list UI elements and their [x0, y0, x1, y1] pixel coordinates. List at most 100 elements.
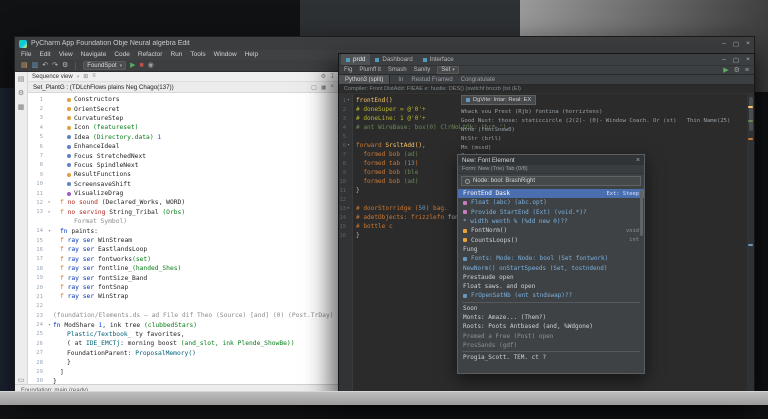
light-editor[interactable]: 1Constructors2OrientSecret3CurvatureStep…	[28, 93, 339, 384]
save-icon[interactable]: ▥	[32, 62, 39, 69]
project-tool-icon[interactable]: ▤	[18, 76, 25, 83]
completion-item[interactable]: FontNorm()void	[458, 226, 644, 235]
editor-line[interactable]: 21f ray ser WinStrap	[28, 292, 339, 301]
editor-line[interactable]: 2OrientSecret	[28, 104, 339, 113]
close-icon[interactable]: ×	[636, 157, 640, 164]
fold-icon[interactable]: ▸	[346, 206, 351, 211]
terminal-tool-icon[interactable]: ▭	[18, 377, 25, 384]
view-label[interactable]: Sequence view	[32, 74, 73, 80]
completion-item[interactable]: Progia_Scott. TEM. ct ?	[458, 353, 644, 362]
fold-icon[interactable]: ▸	[46, 200, 53, 205]
fold-icon[interactable]: ▾	[346, 98, 351, 103]
editor-line[interactable]: 28}	[28, 358, 339, 367]
editor-line[interactable]: 29]	[28, 367, 339, 376]
tab-interface[interactable]: Interface	[418, 54, 459, 65]
breadcrumb-item[interactable]: Congratulate	[461, 77, 495, 83]
run-icon[interactable]: ▶	[130, 62, 135, 69]
maximize-icon[interactable]: ▢	[730, 54, 742, 65]
editor-line[interactable]: 13▸f no serving String_Tribal (Orbs)	[28, 208, 339, 217]
dark-toolbar-item[interactable]: Plumff it	[359, 67, 381, 73]
menu-window[interactable]: Window	[214, 52, 237, 59]
stop-icon[interactable]: ■	[140, 62, 144, 69]
completion-item[interactable]: Provide StartEnd (Ext) (void.*)?	[458, 208, 644, 217]
minimize-icon[interactable]: –	[718, 54, 730, 65]
editor-line[interactable]: 15f ray ser WinStream	[28, 236, 339, 245]
dark-editor-code[interactable]: frontEnd()# doneSuper = @'0'+# doneLine:…	[353, 94, 754, 396]
fold-icon[interactable]: ▸	[46, 210, 53, 215]
editor-line[interactable]: 5Idea (Directory.data) 1	[28, 133, 339, 142]
breadcrumb-item[interactable]: In	[398, 77, 403, 83]
editor-line[interactable]: 17f ray ser fontworks(set)	[28, 255, 339, 264]
editor-line[interactable]: frontEnd()	[356, 96, 746, 105]
completion-item[interactable]: Prestaude open	[458, 273, 644, 282]
editor-line[interactable]: 4Icon (featureset)	[28, 123, 339, 132]
fold-icon[interactable]: ▾	[346, 143, 351, 148]
popup-search-field[interactable]: Node: bool: BrashRight	[461, 176, 641, 186]
popup-title-bar[interactable]: New: Font Element ×	[458, 155, 644, 165]
editor-line[interactable]: 23(foundation/Elements.ds — ad File dif …	[28, 311, 339, 320]
editor-line[interactable]: 26( at IDE_EMCTj: morning boost (and_slo…	[28, 339, 339, 348]
run-config-select[interactable]: FoundSpot ▾	[83, 61, 126, 70]
editor-line[interactable]: 25Plastic/Textbook_ ty favorites,	[28, 330, 339, 339]
menu-icon[interactable]: ≡	[745, 67, 749, 74]
minimize-icon[interactable]: –	[718, 37, 730, 50]
run-icon[interactable]: ▶	[723, 67, 728, 74]
completion-item[interactable]: NewNorm() onStartSpeeds (Set, tostndend)	[458, 263, 644, 272]
menu-view[interactable]: View	[59, 52, 73, 59]
maximize-icon[interactable]: ▢	[730, 37, 742, 50]
popup-scrollbar[interactable]	[640, 190, 643, 236]
tab-dashboard[interactable]: Dashboard	[370, 54, 417, 65]
view-option-icon[interactable]: ≡	[92, 73, 96, 80]
settings-icon[interactable]: ⚙	[734, 67, 740, 74]
editor-line[interactable]: 8Focus SpindleNext	[28, 161, 339, 170]
editor-line[interactable]: 19f ray ser fontSize_Band	[28, 273, 339, 282]
menu-help[interactable]: Help	[245, 52, 258, 59]
close-icon[interactable]: ×	[742, 54, 754, 65]
close-icon[interactable]: ×	[330, 84, 334, 91]
search-icon[interactable]: ◉	[148, 62, 154, 69]
menu-edit[interactable]: Edit	[39, 52, 50, 59]
view-option-icon[interactable]: ↧	[330, 73, 335, 80]
editor-line[interactable]: 12▸f no sound (Declared_Works, WORD)	[28, 198, 339, 207]
completion-item[interactable]: ProsSands (gdf)	[458, 341, 644, 350]
editor-line[interactable]: 18f ray ser fontline_(handed_Shes)	[28, 264, 339, 273]
editor-line[interactable]: 11VisualizeDrag	[28, 189, 339, 198]
completion-item[interactable]: FrOpenSatNb (ent stndswap)??	[458, 291, 644, 300]
completion-item[interactable]: FrontEnd DaskExt: Steep	[458, 189, 644, 198]
close-icon[interactable]: ×	[742, 37, 754, 50]
editor-line[interactable]: Format Symbol)	[28, 217, 339, 226]
completion-item[interactable]: Float (abc) (abc.opt)	[458, 198, 644, 207]
editor-line[interactable]: 20f ray ser fontSnap	[28, 283, 339, 292]
tab-prdd[interactable]: prdd	[341, 54, 370, 65]
breadcrumb-item[interactable]: Restud Framed	[411, 77, 452, 83]
dark-toolbar-item[interactable]: Sanity	[414, 67, 431, 73]
dark-file-tab[interactable]: Python3 (split)	[339, 75, 390, 84]
favorites-tool-icon[interactable]: ▦	[18, 104, 25, 111]
menu-refactor[interactable]: Refactor	[138, 52, 163, 59]
editor-line[interactable]: 16f ray ser EastlandsLoop	[28, 245, 339, 254]
undo-icon[interactable]: ↶	[42, 62, 48, 69]
view-option-icon[interactable]: ⚙	[321, 73, 326, 80]
split-icon[interactable]: ▢	[311, 84, 317, 91]
editor-line[interactable]: 6EnhanceIdeal	[28, 142, 339, 151]
dark-toolbar-item[interactable]: Smash	[388, 67, 407, 73]
grid-icon[interactable]: ▣	[321, 84, 327, 91]
completion-item[interactable]: Soon	[458, 304, 644, 313]
menu-file[interactable]: File	[21, 52, 31, 59]
dark-toolbar-dropdown[interactable]: Set ▾	[437, 66, 459, 74]
editor-line[interactable]: 27FoundationParent: ProposalMemory()	[28, 349, 339, 358]
fold-icon[interactable]: ▾	[46, 229, 53, 234]
completion-item[interactable]: Float saws. and open	[458, 282, 644, 291]
completion-item[interactable]: Fung	[458, 245, 644, 254]
redo-icon[interactable]: ↷	[52, 62, 58, 69]
open-folder-icon[interactable]: ▤	[21, 62, 28, 69]
editor-line[interactable]: 9ResultFunctions	[28, 170, 339, 179]
taskbar[interactable]	[0, 391, 768, 405]
editor-line[interactable]: 7Focus StretchedNext	[28, 151, 339, 160]
editor-line[interactable]: 22	[28, 302, 339, 311]
completion-item[interactable]: Fonts: Mode: Node: bool (Set fontwork)	[458, 254, 644, 263]
settings-icon[interactable]: ⚙	[62, 62, 68, 69]
editor-line[interactable]: 10ScreensaveShift	[28, 180, 339, 189]
structure-tool-icon[interactable]: ⚙	[18, 90, 24, 97]
editor-line[interactable]: 14▾fn paints:	[28, 226, 339, 235]
